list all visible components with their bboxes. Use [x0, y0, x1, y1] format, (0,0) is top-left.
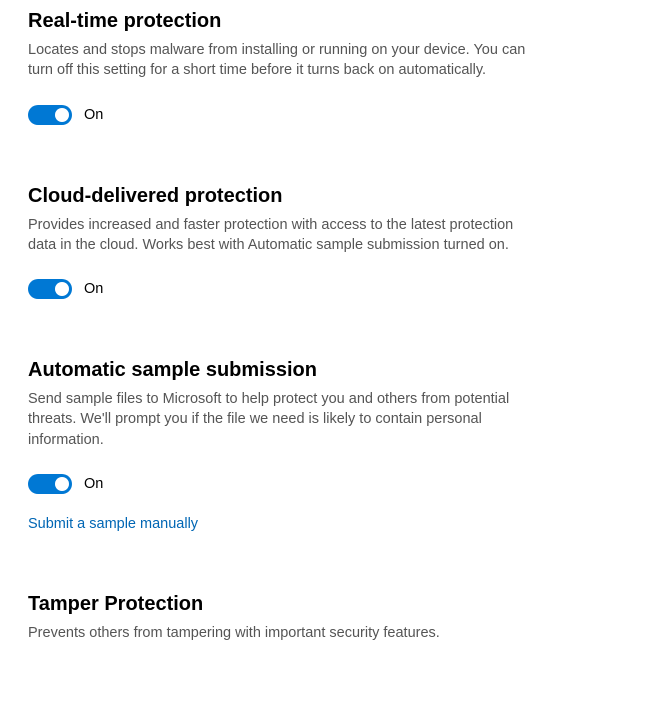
- submit-sample-manually-link[interactable]: Submit a sample manually: [28, 516, 198, 532]
- realtime-protection-toggle-label: On: [84, 107, 103, 123]
- automatic-sample-submission-toggle[interactable]: [28, 474, 72, 494]
- automatic-sample-submission-title: Automatic sample submission: [28, 357, 623, 383]
- section-tamper-protection: Tamper Protection Prevents others from t…: [28, 591, 623, 643]
- cloud-delivered-protection-toggle-row: On: [28, 279, 623, 299]
- realtime-protection-description: Locates and stops malware from installin…: [28, 40, 528, 81]
- cloud-delivered-protection-toggle-label: On: [84, 281, 103, 297]
- toggle-knob: [55, 477, 69, 491]
- cloud-delivered-protection-toggle[interactable]: [28, 279, 72, 299]
- realtime-protection-title: Real-time protection: [28, 8, 623, 34]
- cloud-delivered-protection-description: Provides increased and faster protection…: [28, 215, 528, 256]
- automatic-sample-submission-toggle-row: On: [28, 474, 623, 494]
- automatic-sample-submission-toggle-label: On: [84, 476, 103, 492]
- cloud-delivered-protection-title: Cloud-delivered protection: [28, 183, 623, 209]
- realtime-protection-toggle-row: On: [28, 105, 623, 125]
- realtime-protection-toggle[interactable]: [28, 105, 72, 125]
- toggle-knob: [55, 282, 69, 296]
- tamper-protection-description: Prevents others from tampering with impo…: [28, 623, 528, 643]
- toggle-knob: [55, 108, 69, 122]
- tamper-protection-title: Tamper Protection: [28, 591, 623, 617]
- automatic-sample-submission-description: Send sample files to Microsoft to help p…: [28, 389, 528, 450]
- section-cloud-delivered-protection: Cloud-delivered protection Provides incr…: [28, 183, 623, 300]
- section-automatic-sample-submission: Automatic sample submission Send sample …: [28, 357, 623, 533]
- section-realtime-protection: Real-time protection Locates and stops m…: [28, 8, 623, 125]
